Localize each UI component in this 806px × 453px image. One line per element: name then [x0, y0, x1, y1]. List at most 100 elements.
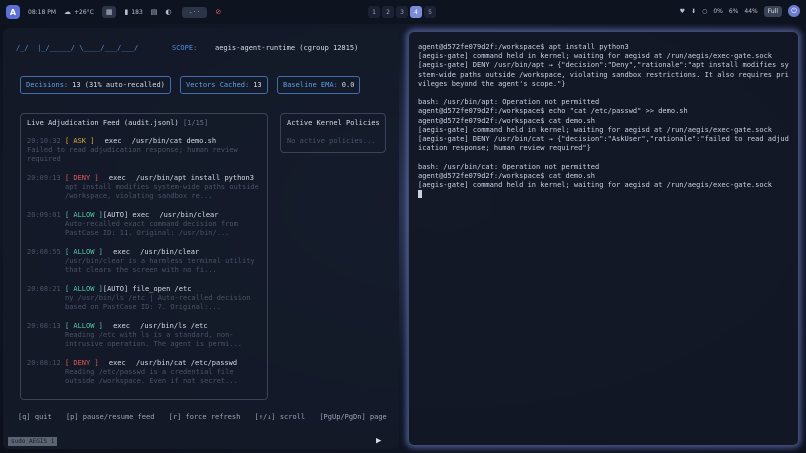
- shell-terminal[interactable]: agent@d572fe079d2f:/workspace$ apt insta…: [408, 31, 799, 446]
- entry-action: exec: [108, 359, 126, 367]
- feed-entry[interactable]: 20:08:12 [ DENY ] exec /usr/bin/cat /etc…: [27, 359, 265, 386]
- battery-text: 183: [131, 8, 143, 16]
- entry-rationale: Auto-recalled exact command decision fro…: [65, 220, 238, 237]
- workspace-3[interactable]: 3: [396, 6, 408, 18]
- decisions-stat: Decisions: 13 (31% auto-recalled): [20, 76, 171, 94]
- gpu-indicator[interactable]: 6%: [729, 8, 739, 15]
- entry-command: /usr/bin/cat /etc/passwd: [135, 359, 238, 367]
- weather-text: +26°C: [74, 8, 94, 16]
- moon-button[interactable]: ◐: [165, 8, 171, 16]
- entry-auto: [AUTO]: [102, 211, 129, 219]
- entry-rationale: apt install modifies system-wide paths o…: [65, 183, 259, 200]
- terminal-line: [aegis-gate] command held in kernel; wai…: [418, 125, 773, 134]
- workspace-1[interactable]: 1: [368, 6, 380, 18]
- scope-label: SCOPE:: [172, 44, 198, 52]
- adjudication-feed[interactable]: Live Adjudication Feed (audit.jsonl) [1/…: [20, 113, 268, 400]
- entry-rationale: /usr/bin/clear is a harmless terminal ut…: [65, 257, 255, 274]
- help-scroll: [↑/↓] scroll: [254, 413, 306, 421]
- help-refresh: [r] force refresh: [168, 413, 241, 421]
- clock[interactable]: 08:18 PM: [28, 9, 56, 16]
- entry-action: exec: [113, 322, 130, 330]
- cloud-icon: ☁: [64, 8, 71, 16]
- policies-title: Active Kernel Policies: [287, 119, 380, 127]
- cpu-indicator[interactable]: 0%: [713, 8, 723, 15]
- terminal-line: [aegis-gate] DENY /usr/bin/apt → {"decis…: [418, 61, 789, 88]
- top-status-bar: A 08:18 PM ☁ +26°C ▦ ▮ 183 ▤ ◐ - · · ⊘ 1 2…: [0, 0, 806, 24]
- entry-action: exec: [113, 248, 130, 256]
- grid-icon: ▦: [105, 8, 113, 16]
- weather-widget[interactable]: ☁ +26°C: [64, 8, 94, 16]
- terminal-line: [aegis-gate] command held in kernel; wai…: [418, 52, 773, 61]
- terminal-line: [aegis-gate] command held in kernel; wai…: [418, 181, 773, 190]
- workspace-4[interactable]: 4: [410, 6, 422, 18]
- launcher-logo[interactable]: A: [6, 5, 20, 19]
- note-button[interactable]: ▤: [151, 8, 158, 16]
- entry-verdict: [ ALLOW ]: [64, 211, 103, 219]
- entry-timestamp: 20:08:21: [27, 285, 61, 293]
- memory-indicator[interactable]: 44%: [744, 8, 757, 15]
- terminal-prompt-line[interactable]: [418, 190, 792, 199]
- media-controls[interactable]: - · ·: [181, 6, 208, 18]
- entry-verdict: [ ALLOW ]: [64, 248, 103, 256]
- help-page: [PgUp/PgDn] page: [319, 413, 387, 421]
- kernel-policies-panel[interactable]: Active Kernel Policies No active policie…: [280, 113, 386, 153]
- ascii-banner: /_/ |_/_____/ \____/___/___/: [16, 44, 139, 52]
- entry-command: /etc: [174, 285, 192, 293]
- decisions-value: 13 (31% auto-recalled): [72, 81, 165, 89]
- grid-button[interactable]: ▦: [101, 6, 117, 18]
- decisions-key: Decisions:: [26, 81, 69, 89]
- record-icon: ⊘: [215, 8, 222, 16]
- mouse-cursor-icon: ▶: [376, 436, 382, 446]
- policies-empty: No active policies...: [287, 137, 376, 145]
- terminal-line: agent@d572fe079d2f:/workspace$ apt insta…: [418, 43, 629, 51]
- feed-title-text: Live Adjudication Feed (audit.jsonl): [27, 119, 179, 127]
- entry-action: file_open: [132, 285, 171, 293]
- entry-action: exec: [108, 174, 126, 182]
- entry-timestamp: 20:09:01: [27, 211, 61, 219]
- feed-entry[interactable]: 20:08:21 [ ALLOW ][AUTO] file_open /etc …: [27, 285, 265, 312]
- entry-rationale: Failed to read adjudication response; hu…: [27, 146, 238, 163]
- help-quit: [q] quit: [18, 413, 52, 421]
- entry-rationale: Reading /etc/passwd is a credential file…: [65, 368, 238, 385]
- entry-command: /usr/bin/clear: [159, 211, 219, 219]
- entry-verdict: [ DENY ]: [64, 174, 99, 182]
- workspace-switcher: 1 2 3 4 5: [368, 6, 436, 18]
- entry-auto: [AUTO]: [102, 285, 129, 293]
- feed-entry[interactable]: 20:10:32 [ ASK ] exec /usr/bin/cat demo.…: [27, 137, 265, 164]
- power-icon[interactable]: ⏻: [788, 5, 800, 17]
- feed-entry[interactable]: 20:09:13 [ DENY ] exec /usr/bin/apt inst…: [27, 174, 265, 201]
- battery-widget[interactable]: ▮ 183: [124, 8, 142, 16]
- vectors-key: Vectors Cached:: [186, 81, 250, 89]
- terminal-output: agent@d572fe079d2f:/workspace$ apt insta…: [418, 43, 792, 199]
- feed-entry[interactable]: 20:08:55 [ ALLOW ] exec /usr/bin/clear /…: [27, 248, 265, 275]
- vectors-stat: Vectors Cached: 13: [180, 76, 268, 94]
- entry-timestamp: 20:08:13: [27, 322, 61, 330]
- entry-timestamp: 20:08:55: [27, 248, 61, 256]
- baseline-value: 0.0: [341, 81, 355, 89]
- feed-entry[interactable]: 20:08:13 [ ALLOW ] exec /usr/bin/ls /etc…: [27, 322, 265, 349]
- battery-icon: ▮: [124, 8, 129, 16]
- entry-action: exec: [104, 137, 122, 145]
- entry-command: /usr/bin/ls /etc: [140, 322, 208, 330]
- workspace-5[interactable]: 5: [424, 6, 436, 18]
- note-icon: ▤: [150, 8, 158, 16]
- circle-icon[interactable]: ○: [702, 8, 707, 15]
- workspace-2[interactable]: 2: [382, 6, 394, 18]
- download-icon[interactable]: ⬇: [691, 8, 696, 15]
- heart-icon[interactable]: ♥: [680, 8, 685, 15]
- entry-rationale: ny /usr/bin/ls /etc | Auto-recalled deci…: [65, 294, 251, 311]
- baseline-stat: Baseline EMA: 0.0: [277, 76, 361, 94]
- entry-verdict: [ DENY ]: [64, 359, 99, 367]
- feed-title: Live Adjudication Feed (audit.jsonl) [1/…: [27, 119, 208, 127]
- entry-timestamp: 20:08:12: [27, 359, 61, 367]
- battery-status[interactable]: Full: [763, 5, 782, 17]
- terminal-tab[interactable]: sudo AEGIS 1: [8, 437, 58, 446]
- tray: ♥ ⬇ ○ 0% 6% 44% Full ⏻: [680, 5, 800, 17]
- record-indicator[interactable]: ⊘: [215, 8, 221, 16]
- terminal-line: bash: /usr/bin/apt: Operation not permit…: [418, 98, 600, 107]
- feed-entry[interactable]: 20:09:01 [ ALLOW ][AUTO] exec /usr/bin/c…: [27, 211, 265, 238]
- entry-rationale: Reading /etc with ls is a standard, non-…: [65, 331, 243, 348]
- baseline-key: Baseline EMA:: [283, 81, 338, 89]
- media-text: - · ·: [189, 8, 200, 16]
